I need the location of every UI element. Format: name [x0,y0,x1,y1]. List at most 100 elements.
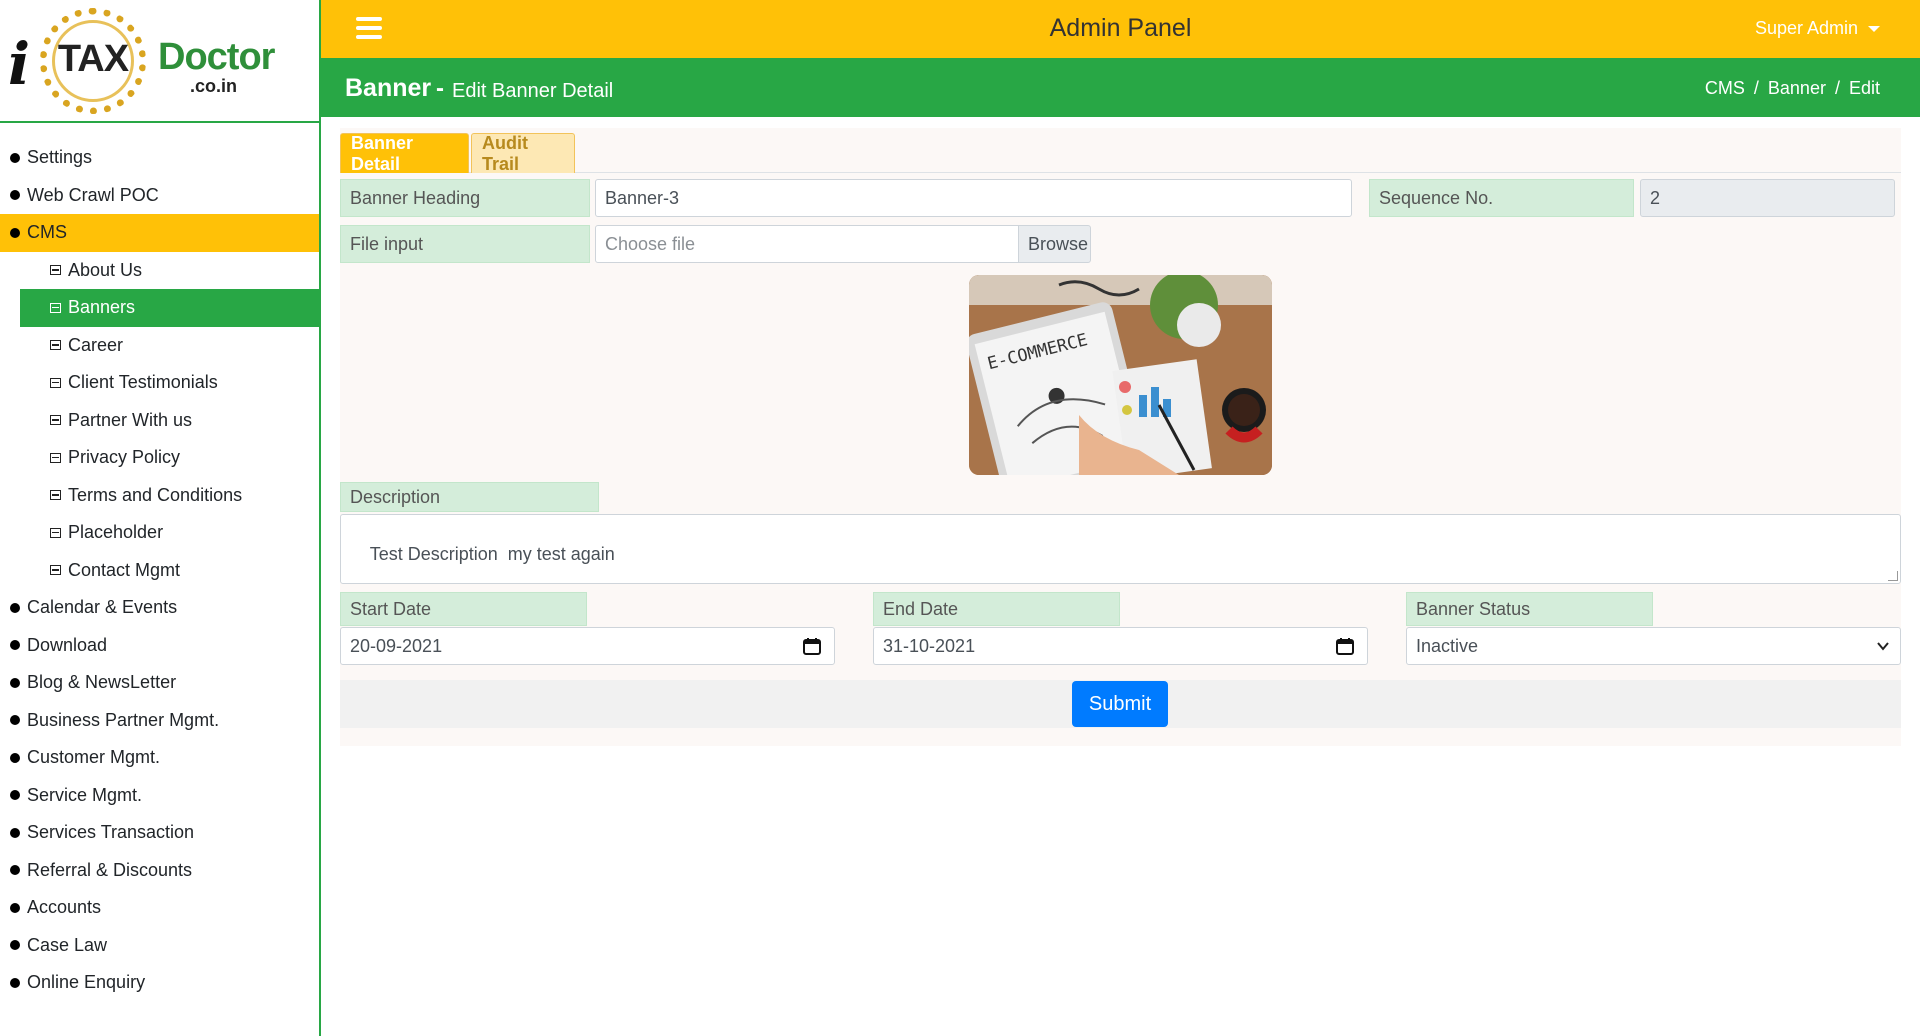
banner-status-select[interactable]: Inactive [1406,627,1901,665]
sidebar-subitem-career[interactable]: Career [20,327,319,365]
sidebar-item-referral-discounts[interactable]: Referral & Discounts [0,852,319,890]
end-date-label: End Date [873,592,1120,626]
sidebar: i TAX Doctor .co.in Settings Web Crawl P… [0,0,321,1036]
sidebar-item-calendar-events[interactable]: Calendar & Events [0,589,319,627]
breadcrumb-cms[interactable]: CMS [1705,78,1745,99]
bullet-icon [10,602,20,613]
sidebar-subitem-placeholder[interactable]: Placeholder [20,514,319,552]
breadcrumb-banner[interactable]: Banner [1768,78,1826,99]
sidebar-subitem-privacy-policy[interactable]: Privacy Policy [20,439,319,477]
sidebar-subitem-contact-mgmt[interactable]: Contact Mgmt [20,552,319,590]
sidebar-item-download[interactable]: Download [0,627,319,665]
logo[interactable]: i TAX Doctor .co.in [0,0,319,123]
sidebar-subitem-terms[interactable]: Terms and Conditions [20,477,319,515]
user-name: Super Admin [1754,18,1858,38]
sidebar-item-label: Calendar & Events [27,597,178,618]
submit-button[interactable]: Submit [1072,681,1168,727]
sidebar-item-settings[interactable]: Settings [0,139,319,177]
bullet-icon [10,752,20,763]
sidebar-subitem-label: Career [68,334,124,355]
bullet-icon [10,790,20,801]
bullet-icon [10,227,20,238]
end-date-value: 31-10-2021 [883,635,976,656]
sidebar-subitem-client-testimonials[interactable]: Client Testimonials [20,364,319,402]
sidebar-subitem-banners[interactable]: Banners [20,289,319,327]
list-square-icon [50,452,61,463]
description-textarea[interactable]: Test Description my test again [340,514,1901,584]
chevron-down-icon [1877,642,1889,651]
end-date-input[interactable]: 31-10-2021 [873,627,1368,665]
banner-preview-image: E-COMMERCE [969,275,1272,475]
form-card: Banner Detail Audit Trail Banner Heading… [340,128,1901,746]
tab-banner-detail[interactable]: Banner Detail [340,133,469,174]
sidebar-item-blog-newsletter[interactable]: Blog & NewsLetter [0,664,319,702]
sidebar-subitem-label: Client Testimonials [68,372,218,393]
start-date-label: Start Date [340,592,587,626]
breadcrumb: CMS / Banner / Edit [1705,78,1880,99]
sidebar-item-label: Blog & NewsLetter [27,672,177,693]
logo-doctor: Doctor [158,36,275,78]
sidebar-subitem-label: Partner With us [68,409,193,430]
ecommerce-illustration: E-COMMERCE [969,275,1272,475]
browse-button[interactable]: Browse [1018,225,1091,263]
sidebar-item-label: Case Law [27,934,108,955]
sidebar-subitem-label: Privacy Policy [68,447,181,468]
sidebar-item-label: Web Crawl POC [27,184,159,205]
tab-bar: Banner Detail Audit Trail [340,133,1901,174]
sidebar-item-web-crawl-poc[interactable]: Web Crawl POC [0,177,319,215]
sidebar-subitem-label: Contact Mgmt [68,559,181,580]
calendar-icon[interactable] [803,637,821,655]
start-date-input[interactable]: 20-09-2021 [340,627,835,665]
bullet-icon [10,677,20,688]
user-menu-dropdown[interactable]: Super Admin [1755,18,1880,39]
sidebar-item-accounts[interactable]: Accounts [0,889,319,927]
resize-grip-icon[interactable] [1888,571,1898,581]
sidebar-item-customer-mgmt[interactable]: Customer Mgmt. [0,739,319,777]
sidebar-subitem-label: About Us [68,259,143,280]
list-square-icon [50,377,61,388]
sidebar-item-cms[interactable]: CMS [0,214,319,252]
sidebar-item-case-law[interactable]: Case Law [0,927,319,965]
logo-domain: .co.in [190,76,238,96]
sidebar-item-business-partner[interactable]: Business Partner Mgmt. [0,702,319,740]
logo-i: i [8,30,31,98]
bullet-icon [10,977,20,988]
sidebar-item-label: Customer Mgmt. [27,747,161,768]
breadcrumb-edit: Edit [1848,78,1880,98]
top-bar: Admin Panel Super Admin [321,0,1920,58]
sidebar-item-online-enquiry[interactable]: Online Enquiry [0,964,319,1002]
sidebar-item-service-mgmt[interactable]: Service Mgmt. [0,777,319,815]
tab-audit-trail[interactable]: Audit Trail [471,133,575,174]
banner-status-label: Banner Status [1406,592,1653,626]
bullet-icon [10,865,20,876]
list-square-icon [50,527,61,538]
sidebar-item-label: Download [27,634,108,655]
banner-heading-label: Banner Heading [340,179,590,217]
sidebar-subitem-label: Terms and Conditions [68,484,243,505]
start-date-value: 20-09-2021 [350,635,443,656]
sequence-no-input: 2 [1640,179,1895,217]
sequence-no-label: Sequence No. [1369,179,1634,217]
list-square-icon [50,265,61,276]
sidebar-item-label: Referral & Discounts [27,859,193,880]
banner-heading-input[interactable]: Banner-3 [595,179,1352,217]
description-label: Description [340,482,599,512]
bullet-icon [10,715,20,726]
calendar-icon[interactable] [1336,637,1354,655]
bullet-icon [10,940,20,951]
description-text: Test Description my test again [369,544,615,564]
sidebar-subitem-about-us[interactable]: About Us [20,252,319,290]
sidebar-subitem-partner-with-us[interactable]: Partner With us [20,402,319,440]
sidebar-item-label: CMS [27,222,67,243]
file-input[interactable]: Choose file [595,225,1019,263]
logo-tax: TAX [57,38,129,80]
page-title: Banner [345,74,432,102]
list-square-icon [50,340,61,351]
sidebar-item-services-transaction[interactable]: Services Transaction [0,814,319,852]
page-subtitle: Edit Banner Detail [452,80,614,102]
file-input-label: File input [340,225,590,263]
sidebar-item-label: Services Transaction [27,822,195,843]
breadcrumb-separator: / [1753,78,1759,98]
list-square-icon [50,565,61,576]
caret-down-icon [1868,25,1880,32]
